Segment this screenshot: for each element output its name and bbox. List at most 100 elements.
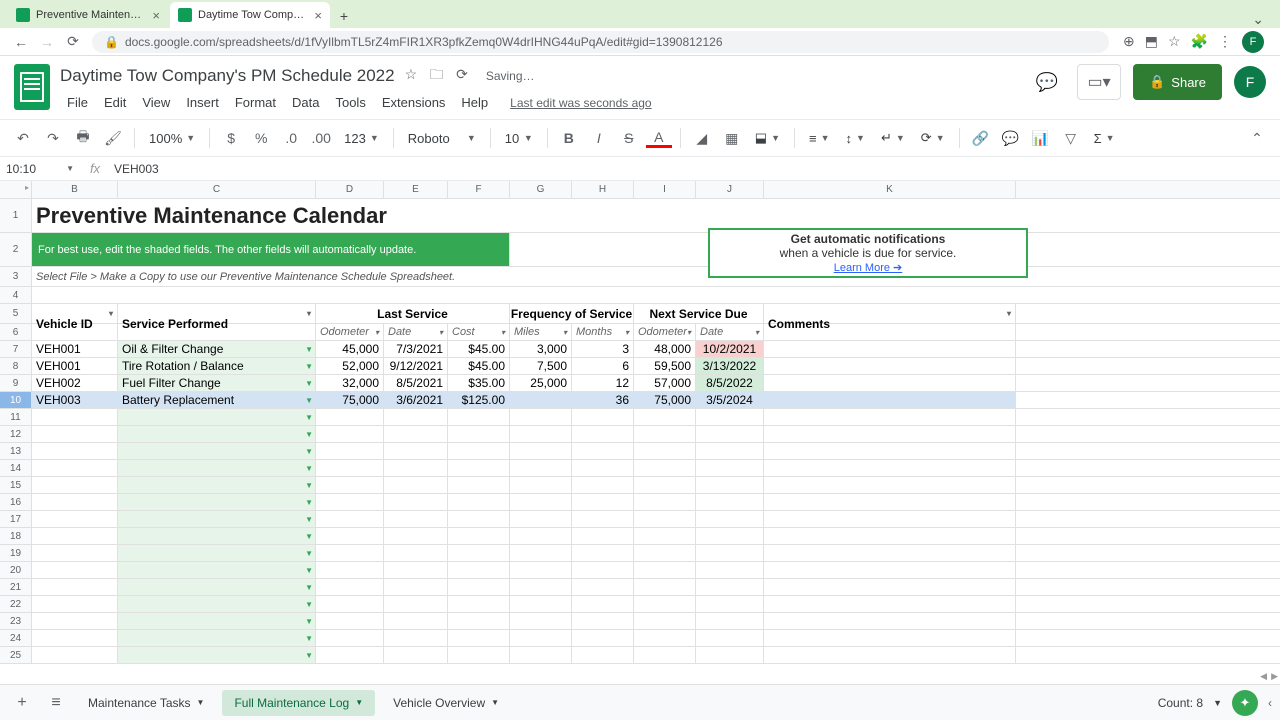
more-formats-button[interactable]: 123▼ — [338, 131, 385, 146]
col-header-h[interactable]: H — [572, 181, 634, 198]
close-icon[interactable]: × — [152, 8, 160, 23]
sheet-tab-full-log[interactable]: Full Maintenance Log▼ — [222, 690, 375, 716]
cell-service-empty[interactable]: ▼ — [118, 545, 316, 561]
row-header[interactable]: 15 — [0, 477, 32, 493]
col-header-g[interactable]: G — [510, 181, 572, 198]
cell-date[interactable]: 7/3/2021 — [384, 341, 448, 357]
dec-decrease-button[interactable]: .0 — [278, 125, 304, 151]
cell-next-date[interactable]: 10/2/2021 — [696, 341, 764, 357]
dropdown-icon[interactable]: ▼ — [305, 634, 313, 643]
redo-button[interactable]: ↷ — [40, 125, 66, 151]
doc-title[interactable]: Daytime Tow Company's PM Schedule 2022 — [60, 66, 395, 86]
explore-button[interactable]: ✦ — [1232, 690, 1258, 716]
row-header[interactable]: 19 — [0, 545, 32, 561]
italic-button[interactable]: I — [586, 125, 612, 151]
row-header[interactable]: 21 — [0, 579, 32, 595]
cell-service-empty[interactable]: ▼ — [118, 613, 316, 629]
row-header[interactable]: 18 — [0, 528, 32, 544]
sh-date2[interactable]: Date▾ — [696, 324, 764, 340]
browser-tab-1[interactable]: Preventive Maintenance Sche × — [8, 2, 168, 28]
row-header[interactable]: 24 — [0, 630, 32, 646]
sh-date[interactable]: Date▾ — [384, 324, 448, 340]
dropdown-icon[interactable]: ▼ — [305, 345, 313, 354]
sh-months[interactable]: Months▾ — [572, 324, 634, 340]
filter-icon[interactable]: ▾ — [307, 309, 311, 318]
font-size-select[interactable]: 10▼ — [499, 131, 539, 146]
cell-miles[interactable] — [510, 392, 572, 408]
cell-comments[interactable] — [764, 392, 1016, 408]
th-service[interactable]: Service Performed▾ — [118, 304, 316, 323]
cell-service-empty[interactable]: ▼ — [118, 528, 316, 544]
cell-cost[interactable]: $45.00 — [448, 358, 510, 374]
cell-service-empty[interactable]: ▼ — [118, 596, 316, 612]
font-select[interactable]: Roboto▼ — [402, 131, 482, 146]
dropdown-icon[interactable]: ▼ — [305, 498, 313, 507]
row-header[interactable]: 14 — [0, 460, 32, 476]
zoom-icon[interactable]: ⊕ — [1123, 33, 1135, 50]
reload-button[interactable]: ⟳ — [60, 29, 86, 55]
row-header[interactable]: 25 — [0, 647, 32, 663]
row-header[interactable]: 9 — [0, 375, 32, 391]
cell-months[interactable]: 3 — [572, 341, 634, 357]
cell-service[interactable]: Oil & Filter Change▼ — [118, 341, 316, 357]
dropdown-icon[interactable]: ▼ — [305, 583, 313, 592]
cell-service-empty[interactable]: ▼ — [118, 409, 316, 425]
sh-cost[interactable]: Cost▾ — [448, 324, 510, 340]
sheet-tab-vehicle-overview[interactable]: Vehicle Overview▼ — [381, 690, 511, 716]
move-icon[interactable]: 🗀 — [430, 66, 444, 82]
cell-service-empty[interactable]: ▼ — [118, 443, 316, 459]
menu-data[interactable]: Data — [285, 92, 326, 113]
col-header-b[interactable]: B — [32, 181, 118, 198]
menu-edit[interactable]: Edit — [97, 92, 133, 113]
chart-button[interactable]: 📊 — [1028, 125, 1054, 151]
valign-button[interactable]: ↕▼ — [840, 131, 871, 146]
dropdown-icon[interactable]: ▼ — [305, 515, 313, 524]
dropdown-icon[interactable]: ▼ — [305, 566, 313, 575]
cell-service-empty[interactable]: ▼ — [118, 511, 316, 527]
account-avatar[interactable]: F — [1234, 66, 1266, 98]
row-header[interactable]: 8 — [0, 358, 32, 374]
rotate-button[interactable]: ⟳▼ — [915, 130, 951, 146]
cell-service-empty[interactable]: ▼ — [118, 460, 316, 476]
borders-button[interactable]: ▦ — [719, 125, 745, 151]
halign-button[interactable]: ≡▼ — [803, 131, 836, 146]
strike-button[interactable]: S — [616, 125, 642, 151]
undo-button[interactable]: ↶ — [10, 125, 36, 151]
dropdown-icon[interactable]: ▼ — [305, 413, 313, 422]
filter-icon[interactable]: ▾ — [1007, 309, 1011, 318]
cell-service[interactable]: Battery Replacement▼ — [118, 392, 316, 408]
cell-vehicle-id[interactable]: VEH001 — [32, 358, 118, 374]
cell-odometer[interactable]: 52,000 — [316, 358, 384, 374]
row-header[interactable]: 20 — [0, 562, 32, 578]
cell-service-empty[interactable]: ▼ — [118, 630, 316, 646]
col-header-e[interactable]: E — [384, 181, 448, 198]
col-header-d[interactable]: D — [316, 181, 384, 198]
all-sheets-button[interactable]: ≡ — [42, 689, 70, 717]
row-header[interactable]: 2 — [0, 233, 32, 266]
cell-date[interactable]: 3/6/2021 — [384, 392, 448, 408]
dropdown-icon[interactable]: ▼ — [305, 430, 313, 439]
cell-comments[interactable] — [764, 358, 1016, 374]
dropdown-icon[interactable]: ▼ — [305, 362, 313, 371]
window-controls[interactable]: ⌄ — [1244, 11, 1272, 28]
cell-service-empty[interactable]: ▼ — [118, 477, 316, 493]
hint-bar[interactable]: For best use, edit the shaded fields. Th… — [32, 233, 510, 266]
cell-service[interactable]: Tire Rotation / Balance▼ — [118, 358, 316, 374]
dropdown-icon[interactable]: ▼ — [305, 396, 313, 405]
last-edit-link[interactable]: Last edit was seconds ago — [503, 93, 658, 113]
selection-count[interactable]: Count: 8 — [1158, 696, 1203, 710]
cell-next-odo[interactable]: 59,500 — [634, 358, 696, 374]
cell-next-date[interactable]: 3/13/2022 — [696, 358, 764, 374]
sheet-tab-maintenance-tasks[interactable]: Maintenance Tasks▼ — [76, 690, 216, 716]
text-color-button[interactable]: A — [646, 128, 672, 148]
row-header[interactable]: 3 — [0, 267, 32, 286]
sh-odometer2[interactable]: Odometer▾ — [634, 324, 696, 340]
sh-odometer[interactable]: Odometer▾ — [316, 324, 384, 340]
cell-cost[interactable]: $45.00 — [448, 341, 510, 357]
share-button[interactable]: 🔒 Share — [1133, 64, 1222, 100]
close-icon[interactable]: × — [314, 8, 322, 23]
row-header[interactable]: 16 — [0, 494, 32, 510]
cell-service[interactable]: Fuel Filter Change▼ — [118, 375, 316, 391]
row-header[interactable]: 5 — [0, 304, 32, 323]
sheets-logo[interactable] — [14, 64, 50, 110]
